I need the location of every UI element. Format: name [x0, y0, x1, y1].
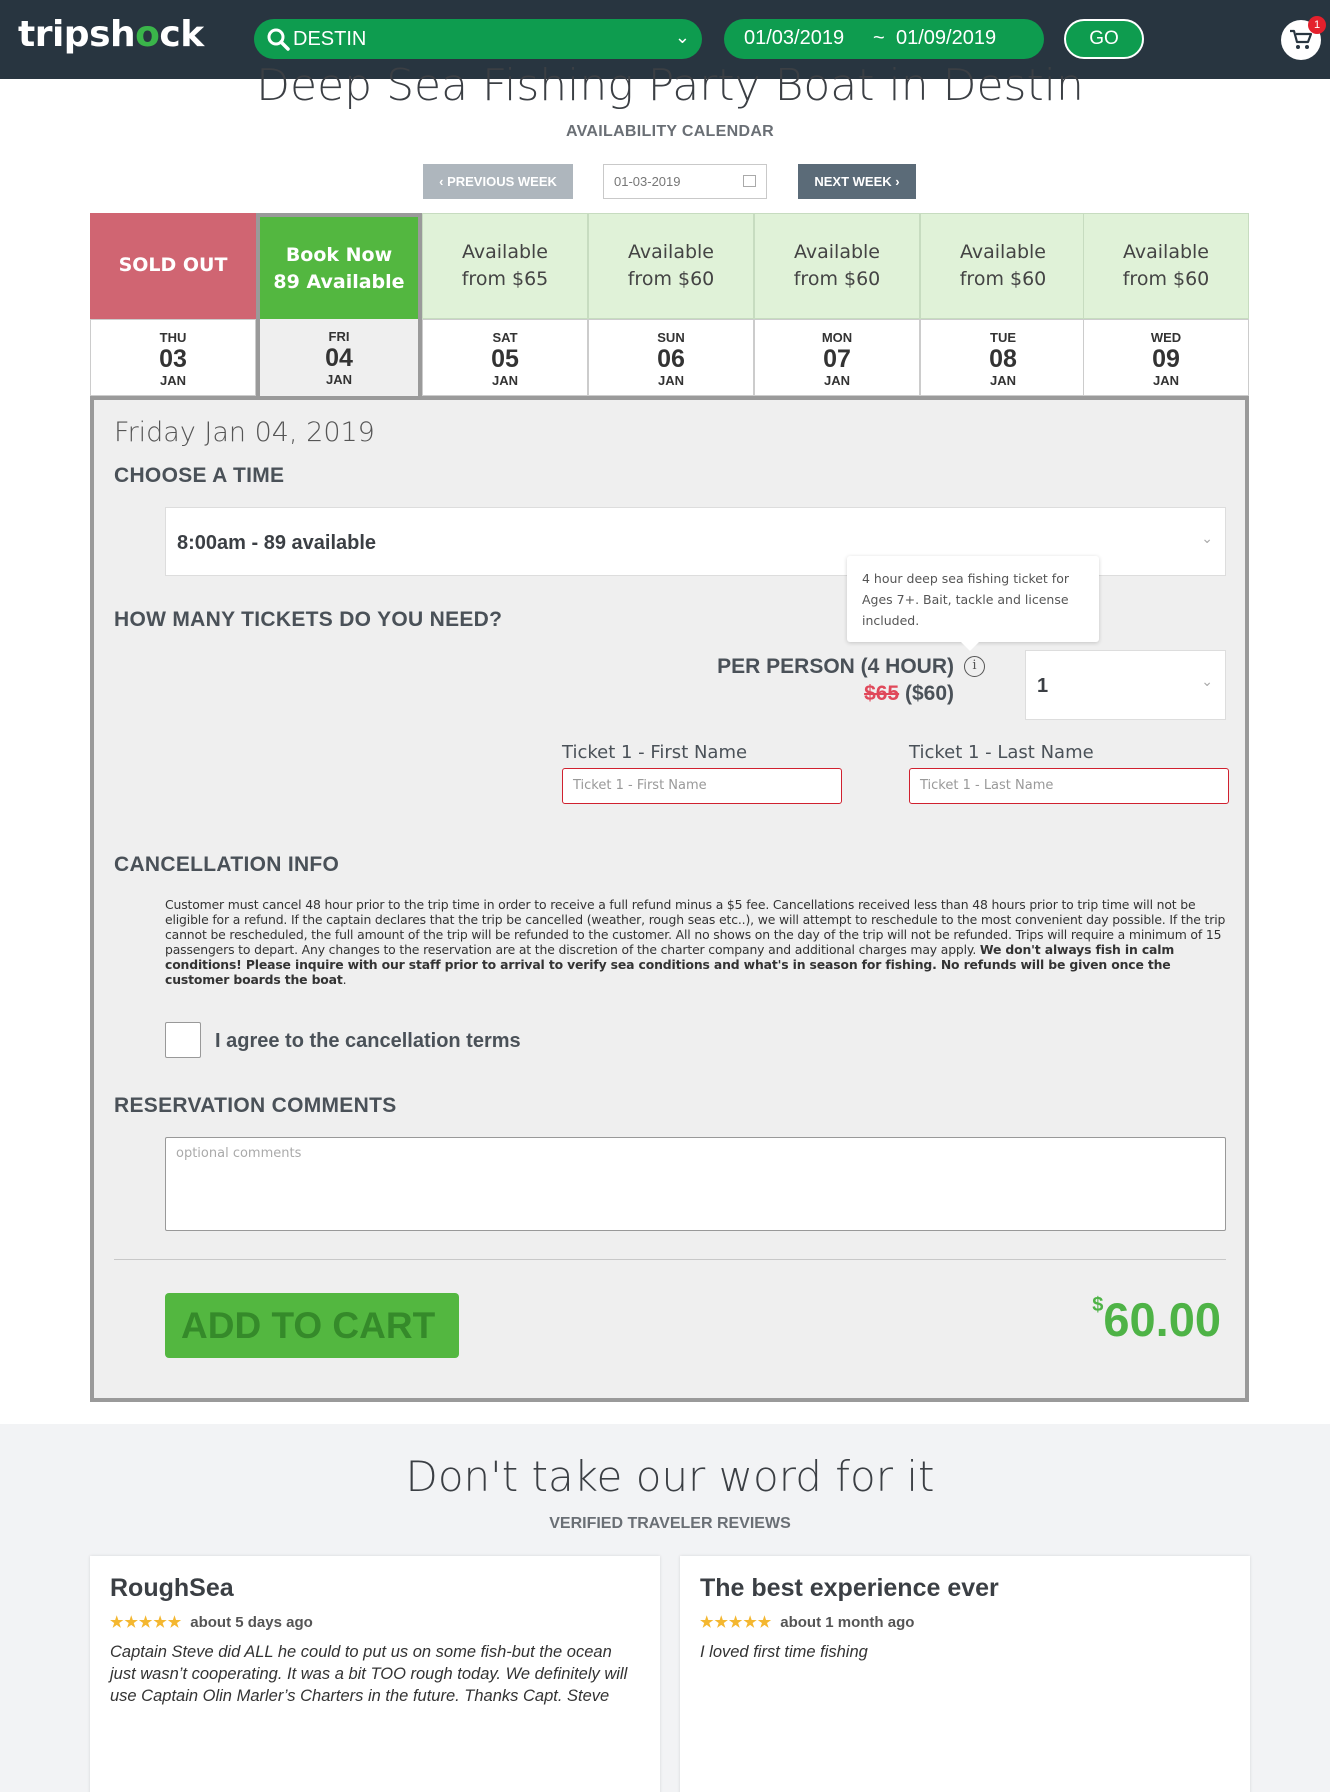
cart-icon	[1290, 29, 1313, 49]
comments-heading: RESERVATION COMMENTS	[114, 1094, 397, 1117]
reviews-title: Don't take our word for it	[405, 1452, 935, 1501]
day-date: SUN 06 JAN	[588, 319, 754, 396]
day-date: SAT 05 JAN	[422, 319, 588, 396]
calendar-icon	[743, 175, 756, 187]
chevron-down-icon: ⌄	[674, 27, 690, 47]
star-rating-icon: ★★★★★	[110, 1614, 183, 1631]
chevron-down-icon: ⌄	[1201, 673, 1213, 689]
cart-button[interactable]: 1	[1281, 16, 1326, 60]
star-rating-icon: ★★★★★	[700, 1614, 773, 1631]
chevron-left-icon: ‹	[439, 174, 448, 189]
choose-time-heading: CHOOSE A TIME	[114, 464, 285, 487]
time-select-value: 8:00am - 89 available	[177, 532, 377, 554]
destination-value: DESTIN	[293, 28, 367, 50]
review-body: I loved first time fishing	[700, 1643, 868, 1661]
go-button[interactable]: GO	[1064, 19, 1144, 59]
review-body: Captain Steve did ALL he could to put us…	[110, 1643, 628, 1705]
calendar-day-sun[interactable]: Available from $60 SUN 06 JAN	[588, 213, 754, 396]
per-person-price: $65 ($60)	[864, 682, 954, 706]
day-date: THU 03 JAN	[90, 319, 256, 396]
available-status[interactable]: Available from $60	[920, 213, 1086, 319]
first-name-label: Ticket 1 - First Name	[562, 742, 748, 763]
cart-count-badge: 1	[1308, 16, 1326, 34]
tickets-heading: HOW MANY TICKETS DO YOU NEED?	[114, 608, 503, 631]
selected-date: Friday Jan 04, 2019	[114, 417, 375, 448]
date-range-picker[interactable]: 01/03/2019 ~ 01/09/2019	[724, 19, 1044, 59]
calendar-day-sat[interactable]: Available from $65 SAT 05 JAN	[422, 213, 588, 396]
date-separator: ~	[873, 27, 885, 49]
calendar-day-wed[interactable]: Available from $60 WED 09 JAN	[1083, 213, 1249, 396]
agree-terms-checkbox[interactable]	[165, 1022, 201, 1058]
ticket-quantity-select[interactable]: 1 ⌄	[1025, 650, 1226, 720]
quantity-value: 1	[1037, 675, 1049, 697]
day-date: TUE 08 JAN	[920, 319, 1086, 396]
ticket-info-tooltip: 4 hour deep sea fishing ticket for Ages …	[847, 556, 1099, 651]
calendar-day-mon[interactable]: Available from $60 MON 07 JAN	[754, 213, 920, 396]
tripshock-logo[interactable]: tripshock	[18, 14, 204, 55]
search-icon	[267, 28, 290, 51]
original-price: $65	[864, 682, 900, 705]
day-date: WED 09 JAN	[1083, 319, 1249, 396]
comments-textarea[interactable]: optional comments	[165, 1137, 1226, 1231]
previous-week-button[interactable]: ‹ PREVIOUS WEEK	[423, 164, 573, 199]
available-status[interactable]: Available from $60	[1083, 213, 1249, 319]
day-status: SOLD OUT	[90, 213, 256, 319]
review-meta: ★★★★★ about 1 month ago	[700, 1614, 915, 1631]
agree-terms-label[interactable]: I agree to the cancellation terms	[215, 1030, 521, 1053]
page-title: Deep Sea Fishing Party Boat in Destin	[256, 60, 1084, 111]
calendar-day-tue[interactable]: Available from $60 TUE 08 JAN	[920, 213, 1086, 396]
availability-calendar-heading: AVAILABILITY CALENDAR	[565, 123, 775, 140]
available-status[interactable]: Available from $60	[754, 213, 920, 319]
booking-panel: Friday Jan 04, 2019 CHOOSE A TIME 8:00am…	[90, 396, 1249, 1402]
per-person-label: PER PERSON (4 HOUR)	[717, 655, 954, 678]
date-to: 01/09/2019	[896, 27, 997, 49]
info-icon[interactable]: i	[964, 656, 985, 677]
review-title: RoughSea	[110, 1574, 234, 1602]
review-title: The best experience ever	[700, 1574, 999, 1602]
cancellation-policy-text: Customer must cancel 48 hour prior to th…	[165, 897, 1226, 987]
review-card: The best experience ever ★★★★★ about 1 mo…	[680, 1556, 1250, 1792]
available-status[interactable]: Available from $60	[588, 213, 754, 319]
available-status[interactable]: Available from $65	[422, 213, 588, 319]
order-total: $60.00	[1092, 1293, 1221, 1346]
review-meta: ★★★★★ about 5 days ago	[110, 1614, 313, 1631]
chevron-right-icon: ›	[891, 174, 900, 189]
reviews-subtitle: VERIFIED TRAVELER REVIEWS	[549, 1515, 791, 1532]
destination-select[interactable]: DESTIN ⌄	[254, 19, 702, 59]
cancellation-heading: CANCELLATION INFO	[114, 853, 340, 876]
calendar-day-thu: SOLD OUT THU 03 JAN	[90, 213, 256, 396]
review-card: RoughSea ★★★★★ about 5 days ago Captain S…	[90, 1556, 660, 1792]
date-from: 01/03/2019	[744, 27, 845, 49]
last-name-field[interactable]: Ticket 1 - Last Name	[909, 768, 1229, 804]
chevron-down-icon: ⌄	[1201, 530, 1213, 546]
book-now-status[interactable]: Book Now 89 Available	[256, 213, 422, 319]
day-date: MON 07 JAN	[754, 319, 920, 396]
add-to-cart-button[interactable]: ADD TO CART	[165, 1293, 459, 1358]
calendar-day-fri[interactable]: Book Now 89 Available FRI 04 JAN	[256, 213, 422, 396]
next-week-button[interactable]: NEXT WEEK ›	[798, 164, 916, 199]
first-name-field[interactable]: Ticket 1 - First Name	[562, 768, 842, 804]
sale-price: ($60)	[904, 682, 954, 705]
calendar-date-input[interactable]: 01-03-2019	[603, 164, 767, 199]
day-date: FRI 04 JAN	[256, 319, 422, 396]
last-name-label: Ticket 1 - Last Name	[909, 742, 1094, 763]
divider	[114, 1259, 1226, 1260]
